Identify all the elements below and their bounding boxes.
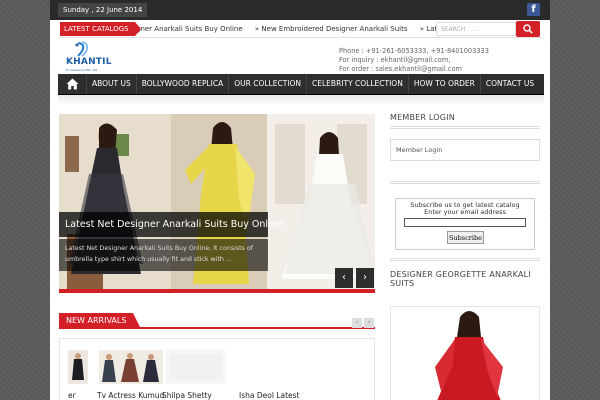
nav-celebrity-collection[interactable]: CELEBRITY COLLECTION xyxy=(307,74,409,94)
logo-tagline: E-commerce Pvt. Ltd xyxy=(66,68,98,72)
new-arrival-title[interactable]: Shilpa Shetty xyxy=(162,391,212,400)
new-arrivals-prev-button[interactable]: ‹ xyxy=(352,318,362,328)
new-arrival-title[interactable]: er xyxy=(68,391,76,400)
contact-phone: Phone : +91-261-6053333, +91-8401003333 xyxy=(339,47,489,55)
nav-bollywood-replica[interactable]: BOLLYWOOD REPLICA xyxy=(137,74,230,94)
new-arrival-thumb[interactable] xyxy=(99,350,163,384)
sidebar-divider xyxy=(390,258,540,261)
contact-inquiry[interactable]: For inquiry : ekhantil@gmail.com, xyxy=(339,56,489,65)
logo-text: KHANTIL xyxy=(66,57,112,67)
product-image xyxy=(99,350,163,384)
page-container: Sunday , 22 June 2014 f LATEST CATALOGS … xyxy=(50,0,550,400)
ticker-label: LATEST CATALOGS xyxy=(60,22,141,36)
slide-title[interactable]: Latest Net Designer Anarkali Suits Buy O… xyxy=(59,212,283,237)
site-logo[interactable]: KHANTIL E-commerce Pvt. Ltd xyxy=(60,40,120,74)
ticker-items: gner Anarkali Suits Buy Online » New Emb… xyxy=(138,22,436,36)
facebook-icon[interactable]: f xyxy=(527,3,540,16)
nav-our-collection[interactable]: OUR COLLECTION xyxy=(229,74,308,94)
top-bar: Sunday , 22 June 2014 f xyxy=(50,0,550,20)
nav-about-us[interactable]: ABOUT US xyxy=(87,74,137,94)
slide-description: Latest Net Designer Anarkali Suits Buy O… xyxy=(59,239,268,271)
slider-bottom-bar xyxy=(59,289,375,293)
subscribe-button[interactable]: Subscribe xyxy=(447,231,484,244)
ticker-item[interactable]: gner Anarkali Suits Buy Online xyxy=(138,25,243,33)
contact-info: Phone : +91-261-6053333, +91-8401003333 … xyxy=(339,47,489,74)
main-nav: ABOUT US BOLLYWOOD REPLICA OUR COLLECTIO… xyxy=(58,74,544,95)
slider-next-button[interactable]: › xyxy=(356,268,374,288)
slider-prev-button[interactable]: ‹ xyxy=(335,268,353,288)
home-icon xyxy=(66,78,79,90)
search-button[interactable] xyxy=(516,21,540,37)
nav-shadow xyxy=(58,95,544,105)
member-login-title: MEMBER LOGIN xyxy=(390,113,455,122)
new-arrivals-header: NEW ARRIVALS xyxy=(59,313,375,329)
new-arrival-thumb[interactable] xyxy=(166,350,226,384)
member-login-link[interactable]: Member Login xyxy=(390,139,540,161)
current-date: Sunday , 22 June 2014 xyxy=(58,3,148,17)
news-ticker: LATEST CATALOGS gner Anarkali Suits Buy … xyxy=(58,20,542,38)
new-arrival-thumb[interactable] xyxy=(68,350,88,384)
nav-how-to-order[interactable]: HOW TO ORDER xyxy=(409,74,481,94)
georgette-section-title: DESIGNER GEORGETTE ANARKALI SUITS xyxy=(390,270,531,288)
sidebar-divider xyxy=(390,181,540,184)
email-label: Enter your email address xyxy=(424,208,506,216)
new-arrival-title[interactable]: Isha Deol Latest xyxy=(239,391,299,400)
georgette-product-box[interactable] xyxy=(390,306,540,400)
nav-contact-us[interactable]: CONTACT US xyxy=(481,74,539,94)
nav-home[interactable] xyxy=(58,74,87,94)
new-arrival-title[interactable]: Tv Actress Kumud xyxy=(97,391,164,400)
new-arrivals-label: NEW ARRIVALS xyxy=(59,313,142,329)
sidebar-divider xyxy=(390,126,540,129)
ticker-item[interactable]: » Latest Designer P xyxy=(420,25,436,33)
subscribe-form: Subscribe us to get latest catalog Enter… xyxy=(395,198,535,250)
ticker-item[interactable]: » New Embroidered Designer Anarkali Suit… xyxy=(255,25,408,33)
contact-order[interactable]: For order : sales.ekhantil@gmail.com xyxy=(339,65,489,74)
search-icon xyxy=(523,24,533,34)
product-image xyxy=(391,307,539,400)
product-image xyxy=(166,350,226,384)
search-input[interactable] xyxy=(436,22,516,36)
product-image xyxy=(68,350,88,384)
subscribe-email-input[interactable] xyxy=(404,218,526,227)
new-arrivals-next-button[interactable]: › xyxy=(364,318,374,328)
